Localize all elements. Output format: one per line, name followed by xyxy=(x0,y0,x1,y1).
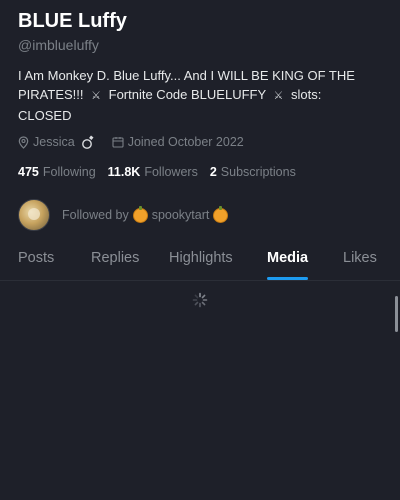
user-handle: @imblueluffy xyxy=(18,37,99,53)
followed-by-label: Followed by xyxy=(62,208,129,222)
pumpkin-emoji-icon xyxy=(213,205,229,223)
tab-likes[interactable]: Likes xyxy=(343,246,377,280)
tab-media-label: Media xyxy=(267,250,309,266)
following-label: Following xyxy=(42,165,96,179)
loading-spinner-icon xyxy=(192,292,208,308)
profile-tabs: Posts Replies Highlights Media Likes xyxy=(0,246,400,281)
tab-highlights-label: Highlights xyxy=(169,250,233,266)
followers-link[interactable]: 11.8K Followers xyxy=(108,165,198,179)
tab-media[interactable]: Media xyxy=(267,246,309,280)
ring-icon xyxy=(81,135,94,149)
following-count: 475 xyxy=(18,165,39,179)
tab-likes-label: Likes xyxy=(343,250,377,266)
profile-bio: I Am Monkey D. Blue Luffy... And I WILL … xyxy=(18,66,378,125)
subscriptions-label: Subscriptions xyxy=(220,165,296,179)
followers-label: Followers xyxy=(144,165,198,179)
display-name: BLUE Luffy xyxy=(18,10,127,32)
followers-count: 11.8K xyxy=(107,165,141,179)
pumpkin-emoji-icon xyxy=(132,205,148,223)
location-item: Jessica xyxy=(18,134,100,150)
calendar-icon xyxy=(112,137,124,148)
tab-posts[interactable]: Posts xyxy=(18,246,54,280)
tab-replies[interactable]: Replies xyxy=(91,246,139,280)
tab-replies-label: Replies xyxy=(91,250,140,266)
active-tab-indicator xyxy=(267,277,309,280)
bio-text-part2: Fortnite Code BLUELUFFY xyxy=(108,87,266,102)
crossed-swords-icon: ⚔ xyxy=(91,90,101,102)
scrollbar[interactable] xyxy=(395,296,398,332)
profile-stats: 475 Following 11.8K Followers 2 Subscriptio… xyxy=(18,165,382,179)
joined-item: Joined October 2022 xyxy=(112,135,244,149)
crossed-swords-icon: ⚔ xyxy=(273,90,284,102)
follower-avatar[interactable] xyxy=(18,199,50,231)
profile-screen: BLUE Luffy @imblueluffy I Am Monkey D. B… xyxy=(0,0,400,500)
tab-posts-label: Posts xyxy=(18,250,55,266)
location-text: Jessica xyxy=(33,135,75,149)
subscriptions-link[interactable]: 2 Subscriptions xyxy=(210,165,296,179)
profile-header: BLUE Luffy @imblueluffy I Am Monkey D. B… xyxy=(0,0,400,231)
joined-date: Joined October 2022 xyxy=(127,135,244,149)
profile-meta: Jessica Joined October 2022 xyxy=(18,133,382,151)
location-pin-icon xyxy=(18,135,29,149)
tab-highlights[interactable]: Highlights xyxy=(169,246,233,280)
followed-by-name: spookytart xyxy=(151,208,210,222)
following-link[interactable]: 475 Following xyxy=(18,165,96,179)
followed-by-row[interactable]: Followed by spookytart xyxy=(18,199,382,231)
subscriptions-count: 2 xyxy=(209,165,217,179)
